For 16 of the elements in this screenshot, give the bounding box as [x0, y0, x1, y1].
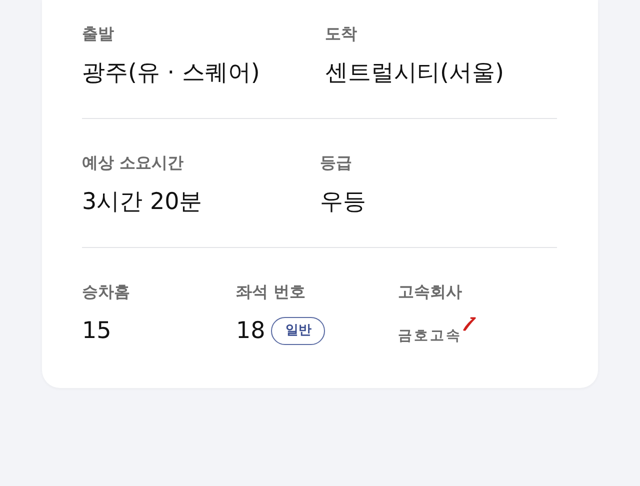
seat-class-badge: 일반 [271, 317, 326, 345]
field-label: 도착 [325, 23, 358, 45]
field-value: 센트럴시티(서울) [325, 59, 504, 88]
company-logo-text: 금호고속 [398, 327, 462, 345]
field-label: 등급 [320, 152, 353, 174]
field-label: 고속회사 [398, 281, 463, 303]
field-label: 출발 [82, 23, 115, 45]
field-value: 15 [82, 317, 112, 346]
field-value: 3시간 20분 [82, 188, 202, 217]
swoosh-icon [462, 317, 476, 331]
field-value: 광주(유 · 스퀘어) [82, 59, 260, 88]
field-label: 승차홈 [82, 281, 131, 303]
field-value: 우등 [320, 188, 366, 217]
field-label: 좌석 번호 [236, 281, 307, 303]
field-label: 예상 소요시간 [82, 152, 185, 174]
seat-number: 18 [236, 317, 266, 346]
